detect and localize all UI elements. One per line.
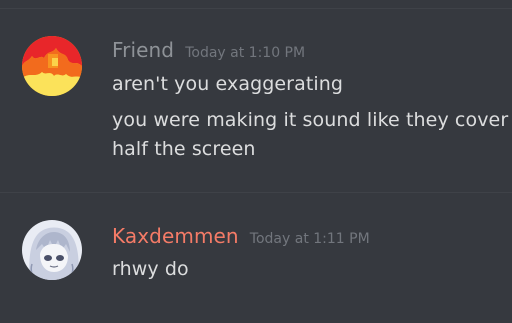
username-friend[interactable]: Friend — [112, 38, 174, 62]
timestamp-kaxdemmen: Today at 1:11 PM — [249, 231, 370, 247]
friend-avatar[interactable] — [22, 36, 82, 96]
username-kaxdemmen[interactable]: Kaxdemmen — [112, 224, 239, 248]
message-line-1: rhwy do — [112, 258, 189, 280]
message-line-3: half the screen — [112, 138, 256, 160]
message-group-friend: Friend Today at 1:10 PM aren't you exagg… — [0, 0, 512, 192]
message-line-1: aren't you exaggerating — [112, 73, 344, 95]
kaxdemmen-avatar[interactable] — [22, 220, 82, 280]
flame-avatar-image — [22, 36, 82, 96]
timestamp-friend: Today at 1:10 PM — [185, 45, 306, 61]
anime-character-avatar-image — [22, 220, 82, 280]
chat-messages-area: Friend Today at 1:10 PM aren't you exagg… — [0, 0, 512, 323]
message-header-kaxdemmen: Kaxdemmen Today at 1:11 PM — [112, 224, 370, 248]
message-group-kaxdemmen: Kaxdemmen Today at 1:11 PM rhwy do — [0, 192, 512, 323]
message-line-2: you were making it sound like they cover — [112, 109, 509, 131]
message-header-friend: Friend Today at 1:10 PM — [112, 38, 305, 62]
